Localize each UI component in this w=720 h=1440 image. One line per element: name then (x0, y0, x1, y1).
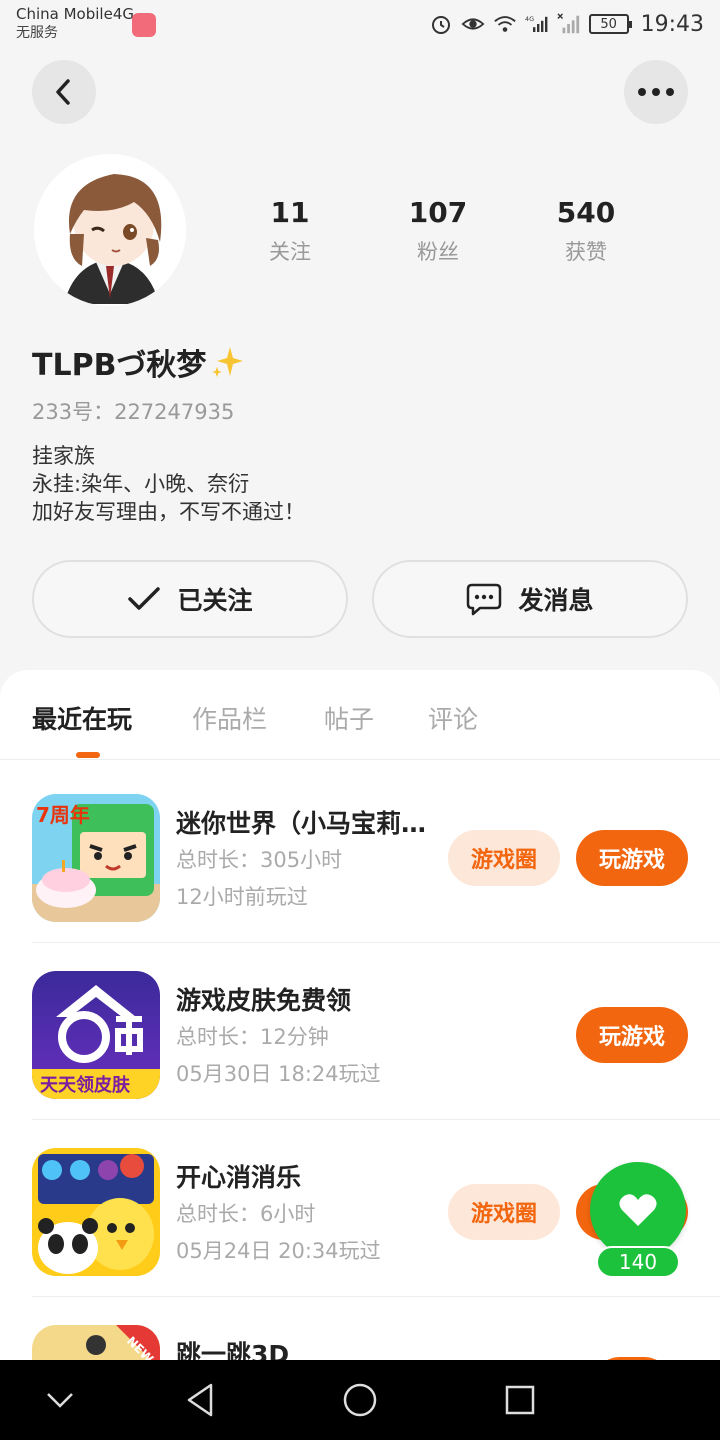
game-last-played: 05月30日 18:24玩过 (176, 1062, 381, 1086)
bio-line: 加好友写理由，不写不通过！ (32, 500, 305, 524)
nav-home-button[interactable] (340, 1380, 380, 1420)
user-id: 233号：227247935 (32, 400, 235, 424)
game-icon-image: NEW (32, 1325, 160, 1360)
game-circle-button[interactable]: 游戏圈 (448, 830, 560, 886)
status-bar: China Mobile4G 无服务 4G 50 19:43 (0, 0, 720, 50)
like-button[interactable] (590, 1162, 686, 1258)
more-dots-icon (638, 88, 674, 96)
chevron-down-icon (47, 1393, 73, 1408)
triangle-back-icon (187, 1383, 213, 1417)
system-nav-bar (0, 1360, 720, 1440)
tab-posts[interactable]: 帖子 (324, 700, 374, 736)
game-circle-button[interactable]: 游戏圈 (448, 1184, 560, 1240)
more-button[interactable] (624, 60, 688, 124)
profile-stats: 11 关注 107 粉丝 540 获赞 (216, 196, 664, 266)
game-row[interactable]: 天天领皮肤 游戏皮肤免费领 总时长：12分钟 05月30日 18:24玩过 玩游… (32, 943, 720, 1120)
game-icon-happy-match[interactable] (32, 1148, 160, 1276)
game-title: 跳一跳3D (176, 1340, 290, 1360)
username: TLPBづ秋梦 (32, 348, 207, 383)
stat-likes[interactable]: 540 获赞 (512, 196, 660, 266)
game-duration: 总时长：6小时 (176, 1202, 316, 1226)
checkmark-icon (128, 587, 161, 610)
username-row: TLPBづ秋梦 (32, 340, 244, 384)
game-icon-image: 7周年 (32, 794, 160, 922)
circle-home-icon (343, 1383, 377, 1417)
game-icon-mini-world[interactable]: 7周年 (32, 794, 160, 922)
tab-bar: 最近在玩 作品栏 帖子 评论 (0, 670, 720, 760)
bio: 挂家族 永挂:染年、小晚、奈衍 加好友写理由，不写不通过！ (32, 442, 305, 526)
game-row[interactable]: 7周年 迷你世界（小马宝莉联动） 总时长：305小时 12小时前玩过 游戏圈 玩… (32, 766, 720, 943)
tab-works[interactable]: 作品栏 (192, 700, 267, 736)
back-button[interactable] (32, 60, 96, 124)
game-title: 游戏皮肤免费领 (176, 986, 352, 1015)
carrier-info: China Mobile4G 无服务 (16, 5, 134, 43)
stat-value: 107 (408, 196, 468, 229)
avatar[interactable] (34, 154, 186, 306)
bio-line: 永挂:染年、小晚、奈衍 (32, 472, 250, 496)
wifi-icon (493, 12, 517, 36)
heart-icon (619, 1194, 657, 1226)
stat-following[interactable]: 11 关注 (216, 196, 364, 266)
signal-4g-icon: 4G (525, 12, 549, 36)
play-game-button[interactable]: 玩游戏 (576, 1007, 688, 1063)
square-recents-icon (505, 1385, 535, 1415)
status-icons: 4G 50 19:43 (429, 8, 704, 40)
like-count: 140 (596, 1246, 680, 1278)
alarm-icon (429, 12, 453, 36)
game-icon-free-skins[interactable]: 天天领皮肤 (32, 971, 160, 1099)
carrier-status: 无服务 (16, 25, 58, 41)
game-row[interactable]: NEW 跳一跳3D (32, 1297, 720, 1360)
stat-value: 11 (270, 196, 310, 229)
follow-label: 已关注 (177, 586, 253, 615)
stat-label: 粉丝 (417, 240, 459, 264)
stat-followers[interactable]: 107 粉丝 (364, 196, 512, 266)
svg-text:天天领皮肤: 天天领皮肤 (40, 1074, 131, 1096)
game-title: 开心消消乐 (176, 1163, 302, 1192)
avatar-image (34, 154, 186, 306)
game-last-played: 12小时前玩过 (176, 885, 308, 909)
message-button[interactable]: 发消息 (372, 560, 688, 638)
nav-recents-button[interactable] (500, 1380, 540, 1420)
nav-back-button[interactable] (180, 1380, 220, 1420)
game-icon-image (32, 1148, 160, 1276)
nav-hide-button[interactable] (40, 1380, 80, 1420)
game-last-played: 05月24日 20:34玩过 (176, 1239, 381, 1263)
game-title: 迷你世界（小马宝莉联动） (176, 809, 431, 838)
carrier-name: China Mobile4G (16, 5, 134, 23)
game-icon-jump-3d[interactable]: NEW (32, 1325, 160, 1360)
chevron-left-icon (56, 79, 70, 105)
message-label: 发消息 (518, 586, 594, 615)
battery-icon: 50 (588, 14, 632, 34)
play-game-button[interactable]: 玩游戏 (576, 830, 688, 886)
svg-text:4G: 4G (525, 15, 534, 23)
bio-line: 挂家族 (32, 444, 95, 468)
sparkle-icon (212, 347, 244, 377)
game-duration: 总时长：12分钟 (176, 1025, 329, 1049)
tab-comments[interactable]: 评论 (428, 700, 478, 736)
game-duration: 总时长：305小时 (176, 848, 343, 872)
tab-indicator (76, 752, 100, 758)
follow-button[interactable]: 已关注 (32, 560, 348, 638)
stat-label: 关注 (269, 240, 311, 264)
stat-label: 获赞 (565, 240, 607, 264)
tab-recent-games[interactable]: 最近在玩 (32, 700, 132, 736)
stat-value: 540 (556, 196, 616, 229)
signal-no-sim-icon (557, 12, 581, 36)
chat-bubble-icon (467, 583, 502, 616)
clock: 19:43 (640, 11, 704, 37)
app-notification-icon (132, 13, 156, 37)
svg-text:7周年: 7周年 (36, 803, 90, 827)
game-icon-image: 天天领皮肤 (32, 971, 160, 1099)
eye-icon (461, 12, 485, 36)
